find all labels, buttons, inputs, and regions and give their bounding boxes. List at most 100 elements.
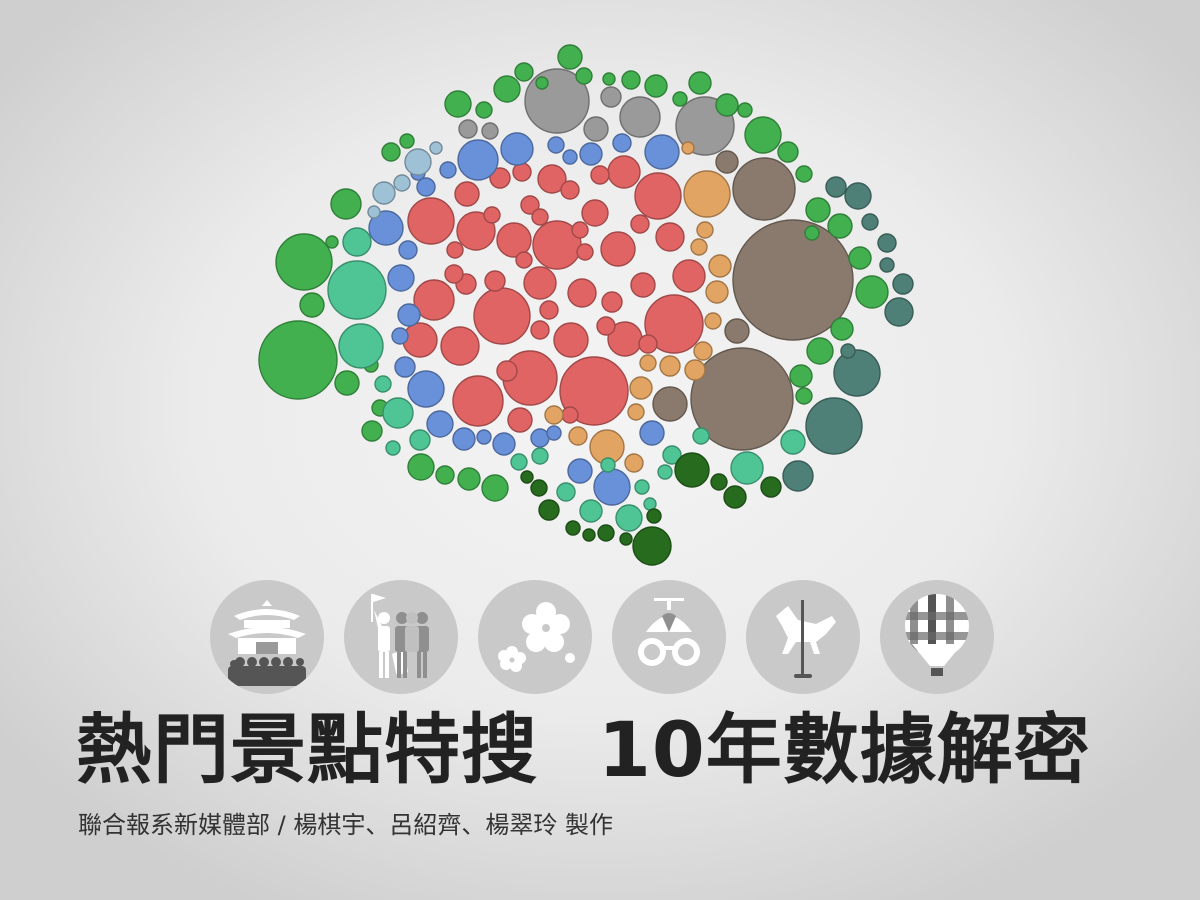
green-bubble xyxy=(330,188,362,220)
blue-bubble xyxy=(394,356,416,378)
blue-bubble xyxy=(546,425,562,441)
lightblue-bubble xyxy=(429,141,443,155)
darkgreen-bubble xyxy=(597,524,615,542)
red-bubble xyxy=(576,243,594,261)
blue-bubble xyxy=(547,136,565,154)
green-bubble xyxy=(299,292,325,318)
teal-bubble xyxy=(861,213,879,231)
red-bubble xyxy=(601,291,623,313)
red-bubble xyxy=(567,278,597,308)
green-bubble xyxy=(325,235,339,249)
green-bubble xyxy=(381,142,401,162)
blue-bubble xyxy=(644,134,680,170)
orange-bubble xyxy=(696,221,714,239)
cherry-blossom-icon xyxy=(478,580,592,694)
propeller-cap-glasses-icon xyxy=(612,580,726,694)
green-bubble xyxy=(258,320,338,400)
brown-bubble xyxy=(715,150,739,174)
mint-bubble xyxy=(730,451,764,485)
orange-bubble xyxy=(704,312,722,330)
mint-bubble xyxy=(385,440,401,456)
red-bubble xyxy=(484,270,506,292)
red-bubble xyxy=(483,206,501,224)
red-bubble xyxy=(444,264,464,284)
grey-bubble xyxy=(458,119,478,139)
mint-bubble xyxy=(579,499,603,523)
hot-air-balloon-icon xyxy=(880,580,994,694)
orange-bubble xyxy=(681,141,695,155)
red-bubble xyxy=(638,334,658,354)
green-bubble xyxy=(830,317,854,341)
green-bubble xyxy=(621,70,641,90)
teal-bubble xyxy=(879,257,895,273)
darkgreen-bubble xyxy=(582,528,596,542)
red-bubble xyxy=(452,375,504,427)
red-bubble xyxy=(607,155,641,189)
darkgreen-bubble xyxy=(530,479,548,497)
red-bubble xyxy=(407,197,455,245)
green-bubble xyxy=(744,116,782,154)
mint-bubble xyxy=(327,260,387,320)
red-bubble xyxy=(496,360,518,382)
darkgreen-bubble xyxy=(538,499,560,521)
teal-bubble xyxy=(825,176,847,198)
credit-line: 聯合報系新媒體部 / 楊棋宇、呂紹齊、楊翠玲 製作 xyxy=(78,811,613,839)
orange-bubble xyxy=(705,280,729,304)
red-bubble xyxy=(553,322,589,358)
red-bubble xyxy=(560,180,580,200)
darkgreen-bubble xyxy=(565,520,581,536)
poster: 熱門景點特搜 10年數據解密 聯合報系新媒體部 / 楊棋宇、呂紹齊、楊翠玲 製作 xyxy=(0,0,1200,900)
orange-bubble xyxy=(690,238,708,256)
red-bubble xyxy=(655,222,685,252)
green-bubble xyxy=(688,71,712,95)
green-bubble xyxy=(805,197,831,223)
green-bubble xyxy=(275,233,333,291)
green-bubble xyxy=(806,337,834,365)
red-bubble xyxy=(596,316,616,336)
lightblue-bubble xyxy=(393,174,411,192)
green-bubble xyxy=(475,101,493,119)
blue-bubble xyxy=(476,429,492,445)
green-bubble xyxy=(602,72,616,86)
green-bubble xyxy=(535,76,549,90)
teal-bubble xyxy=(892,273,914,295)
green-bubble xyxy=(804,225,820,241)
green-bubble xyxy=(789,364,813,388)
mint-bubble xyxy=(600,457,616,473)
teal-bubble xyxy=(877,233,897,253)
green-bubble xyxy=(514,62,534,82)
mint-bubble xyxy=(338,323,384,369)
teal-bubble xyxy=(805,397,863,455)
green-bubble xyxy=(361,420,383,442)
red-bubble xyxy=(507,407,533,433)
category-icon-row xyxy=(210,580,996,696)
red-bubble xyxy=(446,241,464,259)
orange-bubble xyxy=(568,426,588,446)
red-bubble xyxy=(600,231,636,267)
orange-bubble xyxy=(544,405,564,425)
mint-bubble xyxy=(692,427,710,445)
red-bubble xyxy=(634,172,682,220)
blue-bubble xyxy=(492,432,516,456)
grey-bubble xyxy=(481,122,499,140)
orange-bubble xyxy=(693,341,713,361)
green-bubble xyxy=(457,467,481,491)
blue-bubble xyxy=(500,132,534,166)
darkgreen-bubble xyxy=(723,485,747,509)
green-bubble xyxy=(644,74,668,98)
darkgreen-bubble xyxy=(632,526,672,566)
lightblue-bubble xyxy=(404,148,432,176)
green-bubble xyxy=(407,453,435,481)
orange-bubble xyxy=(659,355,681,377)
orange-bubble xyxy=(624,453,644,473)
red-bubble xyxy=(539,300,559,320)
green-bubble xyxy=(737,102,753,118)
darkgreen-bubble xyxy=(674,452,710,488)
bubble-cluster xyxy=(258,44,914,566)
mint-bubble xyxy=(510,453,528,471)
red-bubble xyxy=(531,208,549,226)
blue-bubble xyxy=(387,264,415,292)
green-bubble xyxy=(557,44,583,70)
red-bubble xyxy=(473,287,531,345)
blue-bubble xyxy=(567,458,593,484)
